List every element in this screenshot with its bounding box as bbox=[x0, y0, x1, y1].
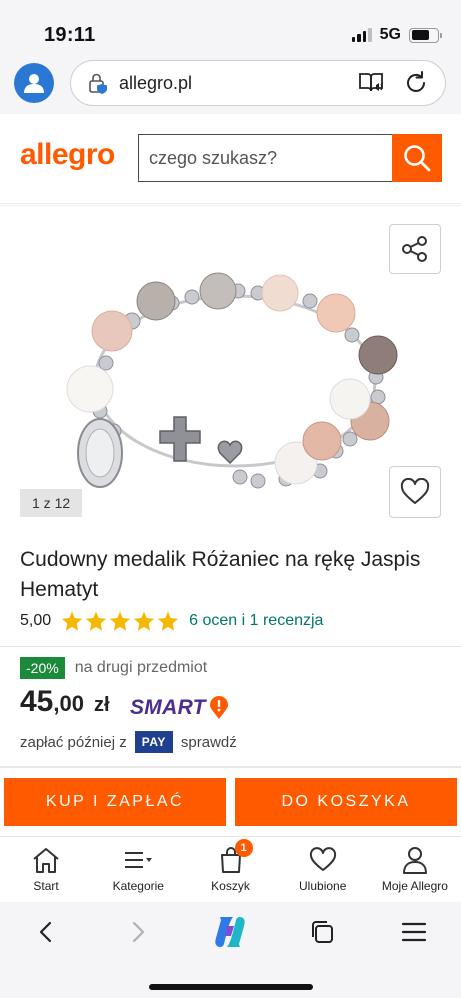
rating-row: 5,00 6 ocen i 1 recenzja bbox=[20, 610, 323, 632]
divider bbox=[0, 766, 461, 768]
nav-label: Ulubione bbox=[299, 879, 347, 893]
signal-icon bbox=[351, 28, 372, 42]
tabs-button[interactable] bbox=[302, 912, 342, 952]
url-bar[interactable]: allegro.pl bbox=[70, 60, 446, 106]
search-input[interactable]: czego szukasz? bbox=[138, 134, 393, 182]
status-time: 19:11 bbox=[44, 24, 96, 46]
user-icon bbox=[24, 74, 44, 93]
menu-icon bbox=[122, 845, 154, 875]
cart-count-badge: 1 bbox=[234, 839, 253, 857]
star-icon bbox=[110, 611, 131, 631]
pay-badge: PAY bbox=[134, 731, 173, 753]
chevron-left-icon bbox=[39, 921, 52, 943]
pay-later-prefix: zapłać później z bbox=[20, 733, 127, 751]
user-icon bbox=[399, 845, 431, 875]
smart-badge[interactable]: SMART bbox=[130, 696, 229, 720]
battery-icon bbox=[409, 27, 442, 43]
allegro-logo[interactable]: allegro bbox=[20, 138, 115, 172]
smart-pin-icon bbox=[209, 696, 228, 719]
search-icon bbox=[404, 145, 431, 172]
nav-label: Kategorie bbox=[112, 879, 164, 893]
add-to-favorites-button[interactable] bbox=[389, 466, 441, 518]
reload-icon[interactable] bbox=[403, 70, 429, 101]
divider bbox=[0, 646, 461, 647]
nav-label: Moje Allegro bbox=[381, 879, 448, 893]
back-button[interactable] bbox=[26, 912, 66, 952]
nav-item-start[interactable]: Start bbox=[0, 837, 92, 902]
star-icon bbox=[158, 611, 179, 631]
product-title: Cudowny medalik Różaniec na rękę Jaspis … bbox=[20, 548, 421, 601]
image-counter: 1 z 12 bbox=[20, 489, 83, 517]
site-header: allegro czego szukasz? bbox=[0, 114, 461, 204]
url-text: allegro.pl bbox=[119, 73, 193, 93]
nav-item-favorites[interactable]: Ulubione bbox=[277, 837, 369, 902]
buy-now-button[interactable]: KUP I ZAPŁAĆ bbox=[4, 778, 226, 826]
discount-text: na drugi przedmiot bbox=[74, 659, 208, 676]
price-currency: zł bbox=[93, 694, 110, 716]
nav-item-cart[interactable]: 1 Koszyk bbox=[184, 837, 276, 902]
add-to-cart-button[interactable]: DO KOSZYKA bbox=[235, 778, 457, 826]
reader-view-icon[interactable] bbox=[357, 70, 385, 101]
browser-address-bar: allegro.pl bbox=[0, 56, 461, 114]
bottom-navigation: Start Kategorie 1 Koszyk Ulubione Moje A… bbox=[0, 836, 461, 902]
status-bar: 19:11 5G bbox=[0, 0, 461, 56]
rating-stars bbox=[61, 610, 179, 632]
discount-row: -20% na drugi przedmiot bbox=[20, 657, 207, 679]
product-image bbox=[66, 272, 398, 489]
search-placeholder: czego szukasz? bbox=[149, 147, 278, 168]
network-type: 5G bbox=[379, 26, 401, 43]
share-button[interactable] bbox=[389, 224, 441, 274]
reviews-link[interactable]: 6 ocen i 1 recenzja bbox=[189, 612, 323, 630]
product-gallery[interactable]: 1 z 12 bbox=[0, 205, 461, 530]
menu-button[interactable] bbox=[394, 912, 434, 952]
heart-icon bbox=[400, 478, 430, 504]
share-icon bbox=[402, 236, 427, 262]
price-integer: 45 bbox=[20, 685, 54, 718]
copilot-button[interactable] bbox=[210, 912, 250, 952]
copilot-icon bbox=[215, 916, 245, 948]
heart-icon bbox=[307, 845, 339, 875]
pay-later-row: zapłać później z PAY sprawdź bbox=[20, 731, 237, 753]
nav-item-my-allegro[interactable]: Moje Allegro bbox=[369, 837, 461, 902]
chevron-right-icon bbox=[132, 921, 145, 943]
star-icon bbox=[86, 611, 107, 631]
nav-label: Start bbox=[33, 879, 59, 893]
home-icon bbox=[30, 845, 62, 875]
star-icon bbox=[62, 611, 83, 631]
site-shield-icon bbox=[87, 72, 111, 101]
browser-toolbar bbox=[0, 902, 461, 998]
smart-label: SMART bbox=[130, 696, 206, 719]
hamburger-icon bbox=[401, 922, 427, 942]
nav-item-categories[interactable]: Kategorie bbox=[92, 837, 184, 902]
price: 45 ,00 zł bbox=[20, 685, 110, 719]
tabs-icon bbox=[312, 921, 333, 943]
cart-icon: 1 bbox=[215, 839, 253, 875]
price-decimal: ,00 bbox=[53, 691, 84, 716]
search-button[interactable] bbox=[392, 134, 442, 182]
nav-label: Koszyk bbox=[211, 879, 250, 893]
star-icon bbox=[134, 611, 155, 631]
pay-later-check-link[interactable]: sprawdź bbox=[181, 734, 237, 751]
home-indicator bbox=[149, 984, 313, 990]
profile-button[interactable] bbox=[14, 63, 54, 103]
status-indicators: 5G bbox=[351, 26, 442, 44]
forward-button[interactable] bbox=[118, 912, 158, 952]
rating-value: 5,00 bbox=[20, 612, 52, 629]
discount-badge: -20% bbox=[20, 657, 65, 679]
